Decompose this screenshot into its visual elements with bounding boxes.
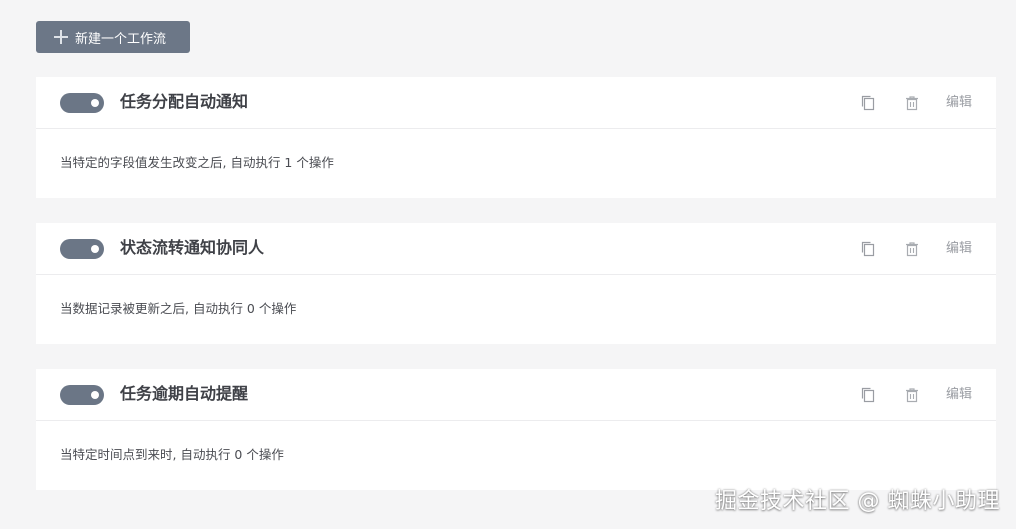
workflow-description: 当特定的字段值发生改变之后, 自动执行 1 个操作	[60, 155, 334, 170]
workflow-card: 状态流转通知协同人 编辑 当数据记录被更新之后, 自动执行 0 个操作	[36, 223, 996, 344]
workflow-title: 任务分配自动通知	[120, 92, 249, 111]
workflow-title: 状态流转通知协同人	[120, 238, 265, 257]
workflow-title: 任务逾期自动提醒	[120, 384, 249, 403]
workflow-card: 任务分配自动通知 编辑 当特定的字段值发生改变之后, 自动执行 1 个操作	[36, 77, 996, 198]
trash-icon[interactable]	[904, 94, 920, 112]
workflow-card-header: 状态流转通知协同人 编辑	[36, 223, 996, 275]
workflow-enable-toggle[interactable]	[60, 239, 104, 259]
watermark: 掘金技术社区 @ 蜘蛛小助理	[715, 489, 1000, 514]
copy-icon[interactable]	[860, 240, 876, 258]
workflow-card: 任务逾期自动提醒 编辑 当特定时间点到来时, 自动执行 0 个操作	[36, 369, 996, 490]
plus-icon	[54, 30, 68, 44]
copy-icon[interactable]	[860, 386, 876, 404]
workflow-description: 当数据记录被更新之后, 自动执行 0 个操作	[60, 301, 297, 316]
workflow-actions: 编辑	[860, 239, 972, 259]
toggle-knob	[91, 245, 99, 253]
new-workflow-button[interactable]: 新建一个工作流	[36, 21, 190, 53]
edit-link[interactable]: 编辑	[946, 240, 972, 258]
toggle-knob	[91, 99, 99, 107]
workflow-actions: 编辑	[860, 385, 972, 405]
new-workflow-label: 新建一个工作流	[75, 31, 167, 47]
workflow-actions: 编辑	[860, 93, 972, 113]
edit-link[interactable]: 编辑	[946, 386, 972, 404]
edit-link[interactable]: 编辑	[946, 94, 972, 112]
toggle-knob	[91, 391, 99, 399]
workflow-card-header: 任务分配自动通知 编辑	[36, 77, 996, 129]
trash-icon[interactable]	[904, 240, 920, 258]
workflow-enable-toggle[interactable]	[60, 385, 104, 405]
copy-icon[interactable]	[860, 94, 876, 112]
workflow-description: 当特定时间点到来时, 自动执行 0 个操作	[60, 447, 284, 462]
workflow-card-header: 任务逾期自动提醒 编辑	[36, 369, 996, 421]
workflow-enable-toggle[interactable]	[60, 93, 104, 113]
trash-icon[interactable]	[904, 386, 920, 404]
